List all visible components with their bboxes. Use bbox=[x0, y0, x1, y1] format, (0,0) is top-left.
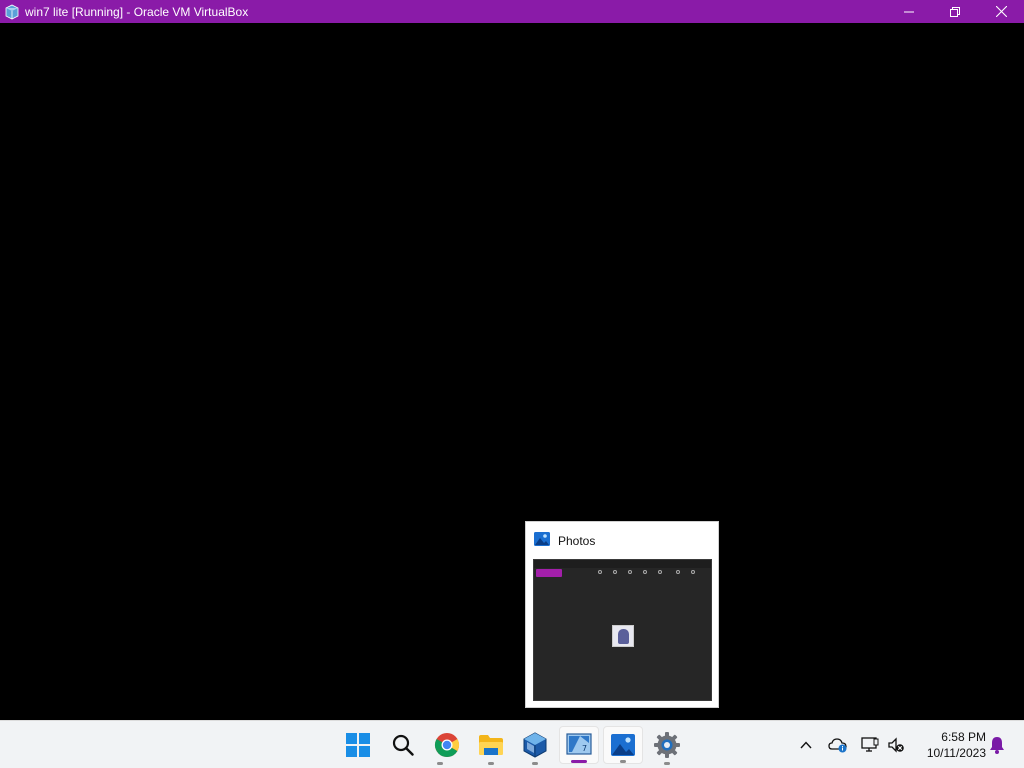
onedrive-tray-button[interactable] bbox=[826, 721, 850, 768]
virtualbox-manager-button[interactable] bbox=[515, 721, 555, 768]
file-explorer-button[interactable] bbox=[471, 721, 511, 768]
network-icon bbox=[861, 737, 879, 752]
running-indicator bbox=[664, 762, 670, 765]
thumbnail-titlebar bbox=[534, 560, 711, 568]
gear-icon bbox=[654, 732, 680, 758]
virtualbox-vm-icon: 7 bbox=[566, 733, 592, 755]
photos-icon bbox=[611, 734, 635, 756]
thumbnail-image bbox=[612, 625, 634, 647]
running-indicator bbox=[488, 762, 494, 765]
volume-tray-button[interactable] bbox=[884, 721, 908, 768]
running-indicator bbox=[620, 760, 626, 763]
minimize-button[interactable] bbox=[886, 0, 932, 23]
thumbnail-toolbar-button bbox=[536, 569, 562, 577]
volume-muted-icon bbox=[888, 737, 904, 753]
window-title: win7 lite [Running] - Oracle VM VirtualB… bbox=[25, 4, 249, 19]
active-indicator bbox=[571, 760, 587, 763]
virtualbox-icon bbox=[523, 732, 547, 758]
chrome-button[interactable] bbox=[427, 721, 467, 768]
chevron-up-icon bbox=[800, 741, 812, 749]
close-icon bbox=[995, 6, 1007, 17]
preview-title: Photos bbox=[558, 534, 596, 548]
window-controls bbox=[886, 0, 1024, 23]
thumbnail-tool-icon bbox=[628, 570, 632, 574]
clock[interactable]: 6:58 PM 10/11/2023 bbox=[912, 729, 986, 761]
thumbnail-tool-icon bbox=[613, 570, 617, 574]
clock-time: 6:58 PM bbox=[941, 730, 986, 744]
thumbnail-tool-icon bbox=[658, 570, 662, 574]
photos-icon bbox=[534, 531, 550, 552]
thumbnail-tool-icon bbox=[691, 570, 695, 574]
search-icon bbox=[392, 734, 414, 756]
svg-text:7: 7 bbox=[582, 744, 587, 753]
taskbar: 7 6:58 PM 10/11/2023 bbox=[0, 720, 1024, 768]
preview-thumbnail[interactable] bbox=[533, 559, 712, 701]
close-button[interactable] bbox=[978, 0, 1024, 23]
thumbnail-tool-icon bbox=[598, 570, 602, 574]
windows-start-icon bbox=[346, 733, 370, 757]
thumbnail-tool-icon bbox=[676, 570, 680, 574]
vm-display[interactable] bbox=[0, 23, 1024, 720]
virtualbox-icon bbox=[3, 3, 21, 21]
window-title-bar[interactable]: win7 lite [Running] - Oracle VM VirtualB… bbox=[0, 0, 1024, 23]
running-indicator bbox=[532, 762, 538, 765]
restore-icon bbox=[950, 6, 960, 17]
start-button[interactable] bbox=[338, 721, 378, 768]
search-button[interactable] bbox=[383, 721, 423, 768]
running-indicator bbox=[437, 762, 443, 765]
thumbnail-tool-icon bbox=[643, 570, 647, 574]
notification-center-button[interactable] bbox=[986, 721, 1008, 768]
minimize-icon bbox=[904, 11, 914, 12]
folder-icon bbox=[479, 735, 503, 755]
clock-date: 10/11/2023 bbox=[926, 746, 986, 760]
settings-button[interactable] bbox=[647, 721, 687, 768]
taskbar-preview-photos[interactable]: Photos bbox=[525, 521, 719, 708]
chrome-icon bbox=[434, 733, 460, 758]
show-hidden-icons-button[interactable] bbox=[794, 721, 818, 768]
network-tray-button[interactable] bbox=[858, 721, 882, 768]
notification-bell-icon bbox=[990, 737, 1004, 754]
onedrive-icon bbox=[828, 738, 847, 753]
restore-button[interactable] bbox=[932, 0, 978, 23]
virtualbox-vm-button[interactable]: 7 bbox=[559, 726, 599, 764]
preview-header: Photos bbox=[534, 531, 596, 552]
photos-button[interactable] bbox=[603, 726, 643, 764]
